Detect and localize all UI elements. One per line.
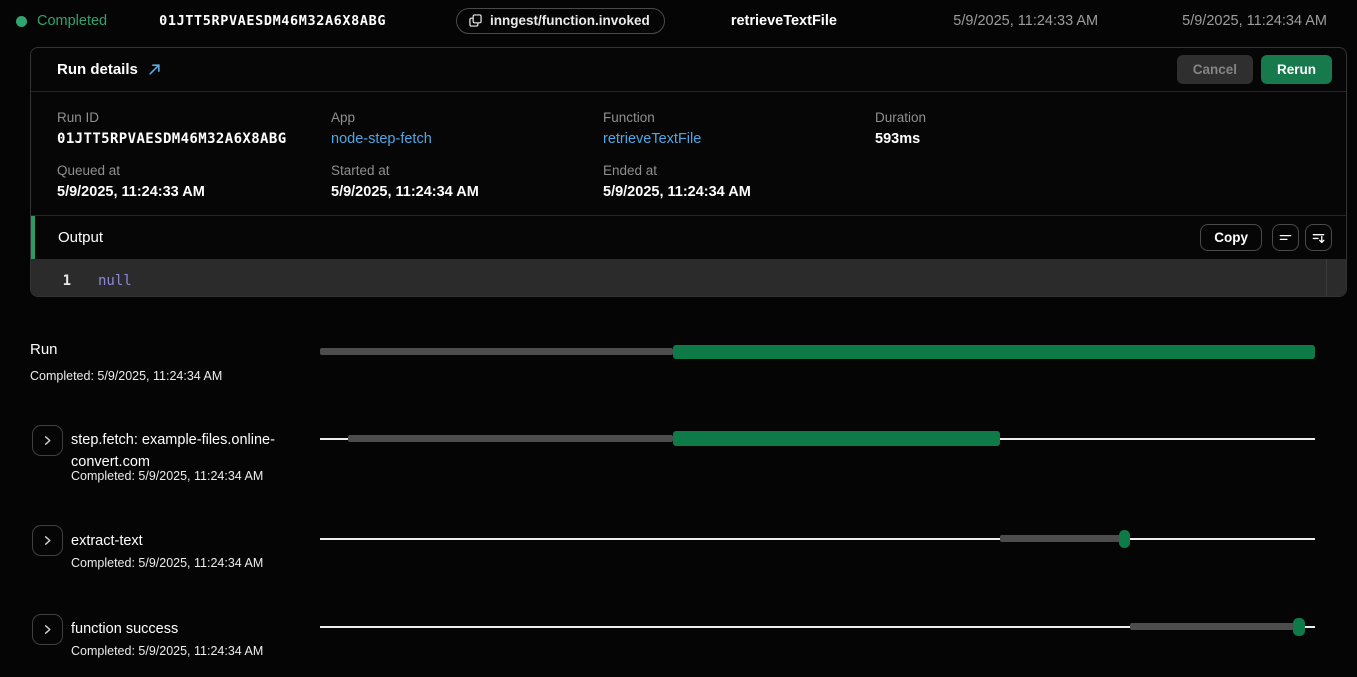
- external-link-icon[interactable]: [148, 63, 161, 76]
- expand-output-button[interactable]: [1305, 224, 1332, 251]
- rerun-button[interactable]: Rerun: [1261, 55, 1332, 84]
- field-started-value: 5/9/2025, 11:24:34 AM: [331, 184, 603, 200]
- trace-timeline: Run Completed: 5/9/2025, 11:24:34 AM ste…: [0, 310, 1357, 677]
- field-duration-value: 593ms: [875, 131, 1320, 147]
- output-header: Output Copy: [31, 216, 1346, 259]
- step-3-bar-active: [1293, 618, 1305, 636]
- status-label: Completed: [37, 13, 107, 29]
- field-queued-label: Queued at: [57, 163, 331, 178]
- step-2-baseline: [320, 538, 1315, 540]
- event-badge[interactable]: inngest/function.invoked: [456, 8, 665, 34]
- status-dot-icon: [16, 16, 27, 27]
- step-1-bar-active: [673, 431, 1000, 446]
- step-3-bar-queued: [1130, 623, 1295, 630]
- lines-down-arrow-icon: [1311, 230, 1326, 245]
- code-value: null: [98, 273, 132, 289]
- topbar-function-name: retrieveTextFile: [731, 13, 837, 29]
- run-details-panel: Run details Cancel Rerun Run ID 01JTT5RP…: [30, 47, 1347, 297]
- step-1-completed: Completed: 5/9/2025, 11:24:34 AM: [71, 469, 263, 483]
- chevron-right-icon: [42, 535, 53, 546]
- step-3-completed: Completed: 5/9/2025, 11:24:34 AM: [71, 644, 263, 658]
- wrap-lines-button[interactable]: [1272, 224, 1299, 251]
- topbar-queued-timestamp: 5/9/2025, 11:24:33 AM: [953, 13, 1098, 29]
- top-bar: Completed 01JTT5RPVAESDM46M32A6X8ABG inn…: [0, 0, 1357, 42]
- step-2-bar-queued: [1000, 535, 1121, 542]
- field-run-id-label: Run ID: [57, 110, 331, 125]
- step-2-expand-button[interactable]: [32, 525, 63, 556]
- output-section: Output Copy: [31, 215, 1346, 297]
- cancel-button[interactable]: Cancel: [1177, 55, 1253, 84]
- code-block: 1 null: [31, 259, 1346, 297]
- field-run-id-value: 01JTT5RPVAESDM46M32A6X8ABG: [57, 131, 331, 147]
- field-ended: Ended at 5/9/2025, 11:24:34 AM: [603, 163, 875, 200]
- run-details-header: Run details Cancel Rerun: [31, 48, 1346, 92]
- step-3-expand-button[interactable]: [32, 614, 63, 645]
- step-2-name[interactable]: extract-text: [71, 530, 143, 552]
- app-link[interactable]: node-step-fetch: [331, 131, 432, 147]
- run-details-grid: Run ID 01JTT5RPVAESDM46M32A6X8ABG App no…: [31, 92, 1346, 200]
- run-bar-active: [673, 345, 1315, 359]
- step-3-name[interactable]: function success: [71, 618, 178, 640]
- field-duration-label: Duration: [875, 110, 1320, 125]
- run-bar-queued: [320, 348, 673, 355]
- field-function: Function retrieveTextFile: [603, 110, 875, 147]
- topbar-started-timestamp: 5/9/2025, 11:24:34 AM: [1182, 13, 1327, 29]
- field-started-label: Started at: [331, 163, 603, 178]
- step-1-bar-queued: [348, 435, 673, 442]
- field-queued-value: 5/9/2025, 11:24:33 AM: [57, 184, 331, 200]
- output-title: Output: [58, 229, 103, 246]
- field-app-label: App: [331, 110, 603, 125]
- step-2-bar-active: [1119, 530, 1130, 548]
- code-line-number: 1: [31, 273, 71, 289]
- code-scrollbar[interactable]: [1326, 259, 1327, 297]
- run-row-completed: Completed: 5/9/2025, 11:24:34 AM: [30, 369, 222, 383]
- field-duration: Duration 593ms: [875, 110, 1320, 147]
- field-run-id: Run ID 01JTT5RPVAESDM46M32A6X8ABG: [57, 110, 331, 147]
- panel-title: Run details: [57, 61, 138, 78]
- output-accent-bar: [31, 216, 35, 259]
- field-app: App node-step-fetch: [331, 110, 603, 147]
- step-1-name[interactable]: step.fetch: example-files.online-convert…: [71, 429, 319, 474]
- step-2-completed: Completed: 5/9/2025, 11:24:34 AM: [71, 556, 263, 570]
- chevron-right-icon: [42, 435, 53, 446]
- step-1-expand-button[interactable]: [32, 425, 63, 456]
- field-function-label: Function: [603, 110, 875, 125]
- function-link[interactable]: retrieveTextFile: [603, 131, 701, 147]
- topbar-run-id: 01JTT5RPVAESDM46M32A6X8ABG: [159, 13, 386, 29]
- event-badge-label: inngest/function.invoked: [490, 13, 650, 28]
- field-ended-value: 5/9/2025, 11:24:34 AM: [603, 184, 875, 200]
- chevron-right-icon: [42, 624, 53, 635]
- run-row-label: Run: [30, 341, 58, 358]
- field-ended-label: Ended at: [603, 163, 875, 178]
- copy-button[interactable]: Copy: [1200, 224, 1262, 251]
- text-lines-icon: [1278, 230, 1293, 245]
- field-queued: Queued at 5/9/2025, 11:24:33 AM: [57, 163, 331, 200]
- copy-icon: [469, 14, 482, 27]
- field-started: Started at 5/9/2025, 11:24:34 AM: [331, 163, 603, 200]
